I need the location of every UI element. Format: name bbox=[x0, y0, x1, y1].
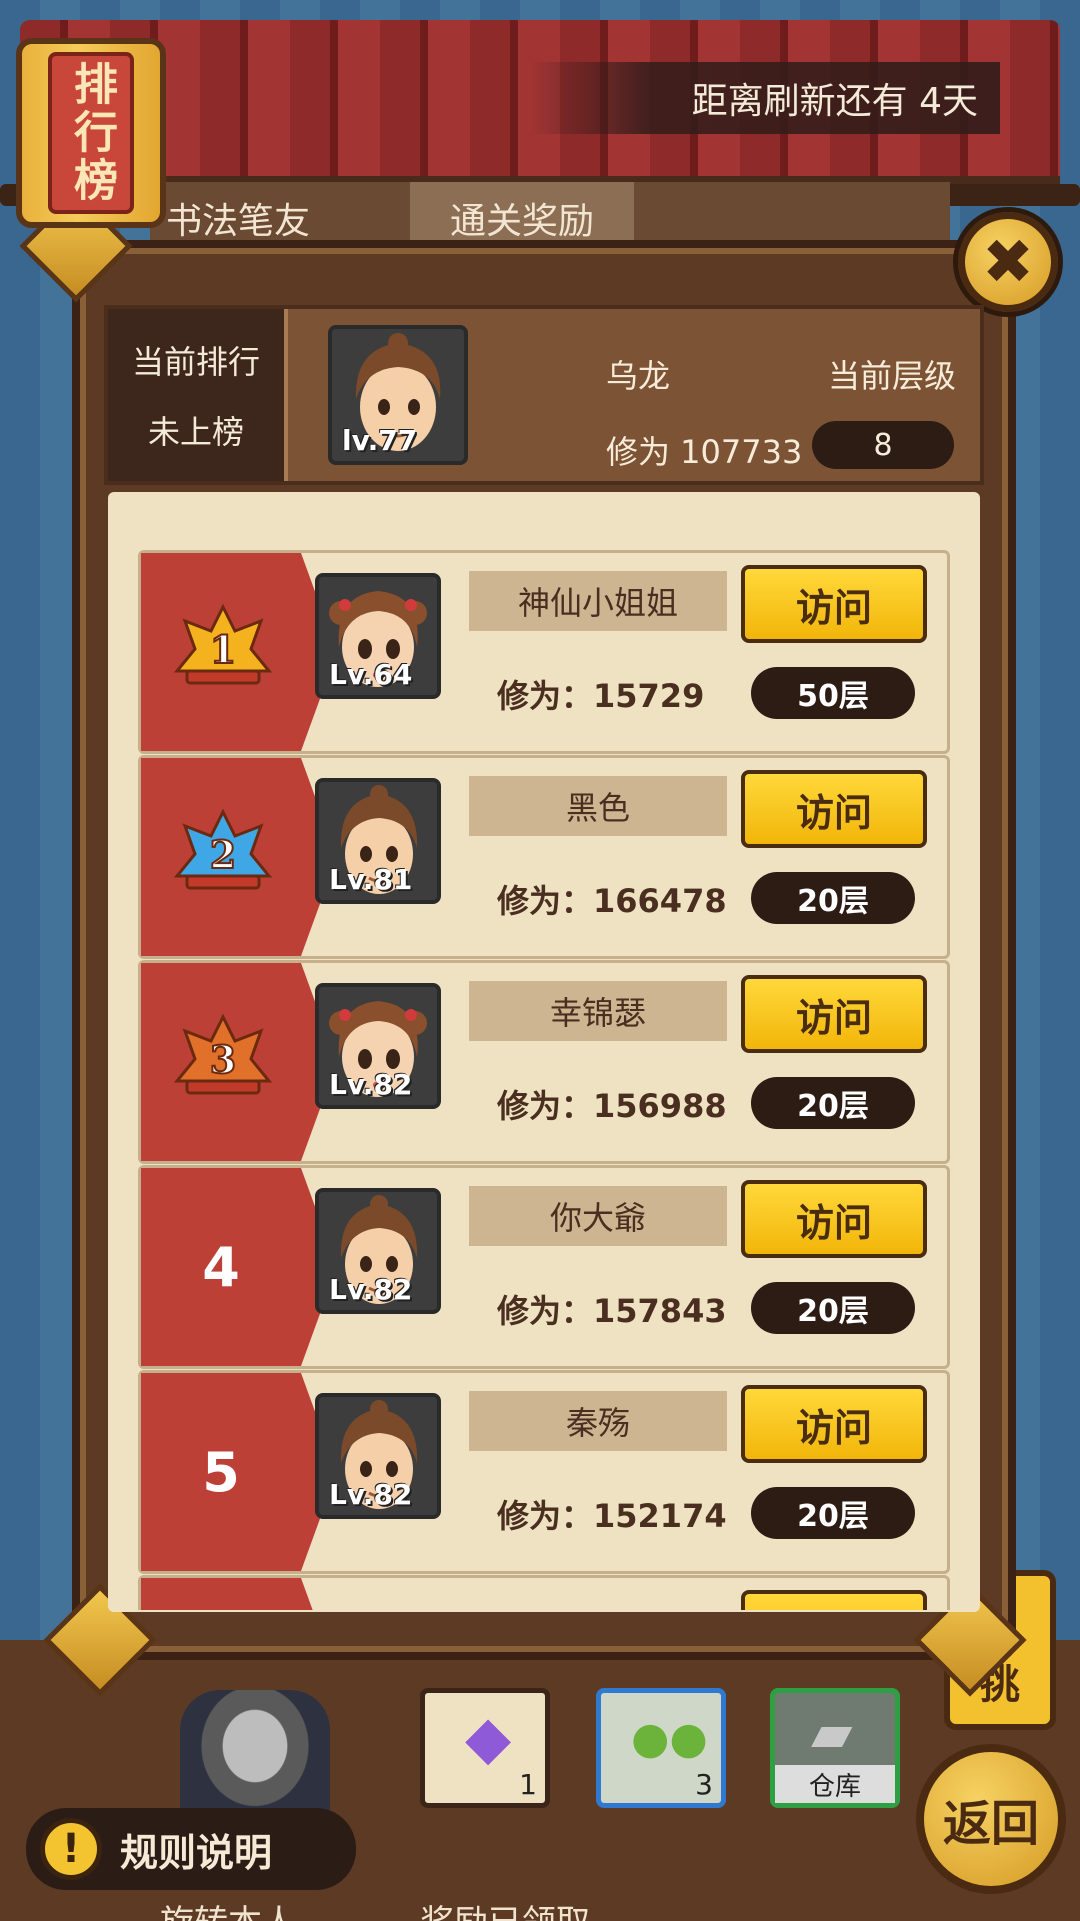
my-name: 乌龙 bbox=[606, 357, 671, 395]
avatar[interactable]: Lv.82 bbox=[315, 1393, 441, 1519]
leaderboard-list[interactable]: 1 Lv.64 神仙小姐姐修为：15729 访问 50层 2 Lv.81 黑色修为：16647… bbox=[138, 550, 950, 1610]
rank-number: 4 bbox=[202, 1235, 240, 1299]
rank-medal-icon: 3 bbox=[173, 1013, 273, 1095]
player-name: 幸锦瑟 bbox=[469, 981, 727, 1041]
bottom-left-text: 旋转本人 bbox=[160, 1895, 296, 1921]
rank-badge: 4 bbox=[141, 1168, 337, 1366]
cultivation-score: 修为：152174 bbox=[497, 1497, 727, 1535]
rules-button[interactable]: ! 规则说明 bbox=[26, 1808, 356, 1890]
avatar-level: Lv.82 bbox=[329, 1068, 413, 1101]
table-row bbox=[138, 1575, 950, 1610]
bottom-right-text: 奖励已领取 bbox=[420, 1895, 590, 1921]
visit-button[interactable] bbox=[741, 1590, 927, 1610]
table-row: 5 Lv.82 秦殇修为：152174 访问 20层 bbox=[138, 1370, 950, 1574]
close-button[interactable]: ✖ bbox=[958, 212, 1058, 312]
leaderboard-title-plaque: 排行榜 bbox=[16, 38, 166, 228]
cultivation-score: 修为：156988 bbox=[497, 1087, 727, 1125]
rank-badge: 3 bbox=[141, 963, 337, 1161]
inventory-slot-beans[interactable]: ●● 3 bbox=[596, 1688, 726, 1808]
avatar[interactable]: Lv.64 bbox=[315, 573, 441, 699]
warehouse-label: 仓库 bbox=[775, 1765, 895, 1803]
avatar[interactable]: Lv.82 bbox=[315, 1188, 441, 1314]
rank-medal-icon: 2 bbox=[173, 808, 273, 890]
my-cultivation-score: 修为 107733 bbox=[606, 433, 803, 471]
inventory-count: 1 bbox=[519, 1768, 537, 1801]
avatar-level: Lv.82 bbox=[329, 1478, 413, 1511]
visit-button[interactable]: 访问 bbox=[741, 1180, 927, 1258]
avatar[interactable]: lv.77 bbox=[328, 325, 468, 465]
close-icon: ✖ bbox=[982, 225, 1034, 298]
inventory-slot-crystal[interactable]: ◆ 1 bbox=[420, 1688, 550, 1808]
leaderboard-list-area: 1 Lv.64 神仙小姐姐修为：15729 访问 50层 2 Lv.81 黑色修为：16647… bbox=[108, 492, 980, 1612]
warehouse-icon: ▰ bbox=[811, 1701, 853, 1764]
table-row: 3 Lv.82 幸锦瑟修为：156988 访问 20层 bbox=[138, 960, 950, 1164]
floor-badge: 20层 bbox=[751, 1282, 915, 1334]
rank-medal-icon: 1 bbox=[173, 603, 273, 685]
player-name: 黑色 bbox=[469, 776, 727, 836]
cultivation-score: 修为：157843 bbox=[497, 1292, 727, 1330]
refresh-countdown: 距离刷新还有 4天 bbox=[530, 62, 1000, 134]
floor-badge: 20层 bbox=[751, 872, 915, 924]
current-level-value: 8 bbox=[812, 421, 954, 469]
rank-badge: 1 bbox=[141, 553, 337, 751]
rank-badge: 2 bbox=[141, 758, 337, 956]
table-row: 2 Lv.81 黑色修为：166478 访问 20层 bbox=[138, 755, 950, 959]
avatar[interactable]: Lv.81 bbox=[315, 778, 441, 904]
my-rank-card: 当前排行 未上榜 lv.77 乌龙 修为 107733 当前层级 8 bbox=[104, 305, 984, 485]
rank-medal-number: 3 bbox=[210, 1037, 236, 1082]
floor-badge: 50层 bbox=[751, 667, 915, 719]
current-rank-value: 未上榜 bbox=[147, 413, 244, 451]
rules-label: 规则说明 bbox=[120, 1830, 273, 1875]
back-tab-calligraphy: 书法笔友 bbox=[166, 201, 311, 242]
cultivation-score: 修为：166478 bbox=[497, 882, 727, 920]
back-button[interactable]: 返回 bbox=[916, 1744, 1066, 1894]
green-beans-icon: ●● bbox=[631, 1713, 708, 1764]
my-profile-info: lv.77 乌龙 修为 107733 当前层级 8 bbox=[284, 309, 980, 481]
page-title: 排行榜 bbox=[48, 52, 134, 214]
rank-badge bbox=[141, 1578, 337, 1610]
exclamation-icon: ! bbox=[40, 1818, 102, 1880]
my-rank-status: 当前排行 未上榜 bbox=[108, 309, 284, 481]
visit-button[interactable]: 访问 bbox=[741, 770, 927, 848]
floor-badge: 20层 bbox=[751, 1487, 915, 1539]
visit-button[interactable]: 访问 bbox=[741, 565, 927, 643]
player-name: 秦殇 bbox=[469, 1391, 727, 1451]
avatar-level: Lv.64 bbox=[329, 658, 413, 691]
avatar[interactable]: Lv.82 bbox=[315, 983, 441, 1109]
current-rank-label: 当前排行 bbox=[131, 343, 260, 381]
player-name: 神仙小姐姐 bbox=[469, 571, 727, 631]
rank-medal-number: 2 bbox=[210, 832, 236, 877]
avatar-level: lv.77 bbox=[342, 424, 418, 457]
player-name: 你大爺 bbox=[469, 1186, 727, 1246]
cultivation-score: 修为：15729 bbox=[497, 677, 705, 715]
floor-badge: 20层 bbox=[751, 1077, 915, 1129]
inventory-count: 3 bbox=[695, 1768, 713, 1801]
table-row: 1 Lv.64 神仙小姐姐修为：15729 访问 50层 bbox=[138, 550, 950, 754]
rank-medal-number: 1 bbox=[210, 627, 236, 672]
avatar-level: Lv.81 bbox=[329, 863, 413, 896]
avatar-level: Lv.82 bbox=[329, 1273, 413, 1306]
current-level-label: 当前层级 bbox=[827, 357, 956, 395]
table-row: 4 Lv.82 你大爺修为：157843 访问 20层 bbox=[138, 1165, 950, 1369]
inventory-slot-warehouse[interactable]: ▰ 仓库 bbox=[770, 1688, 900, 1808]
rank-number: 5 bbox=[202, 1440, 240, 1504]
purple-crystal-icon: ◆ bbox=[465, 1703, 512, 1773]
rank-badge: 5 bbox=[141, 1373, 337, 1571]
visit-button[interactable]: 访问 bbox=[741, 975, 927, 1053]
visit-button[interactable]: 访问 bbox=[741, 1385, 927, 1463]
